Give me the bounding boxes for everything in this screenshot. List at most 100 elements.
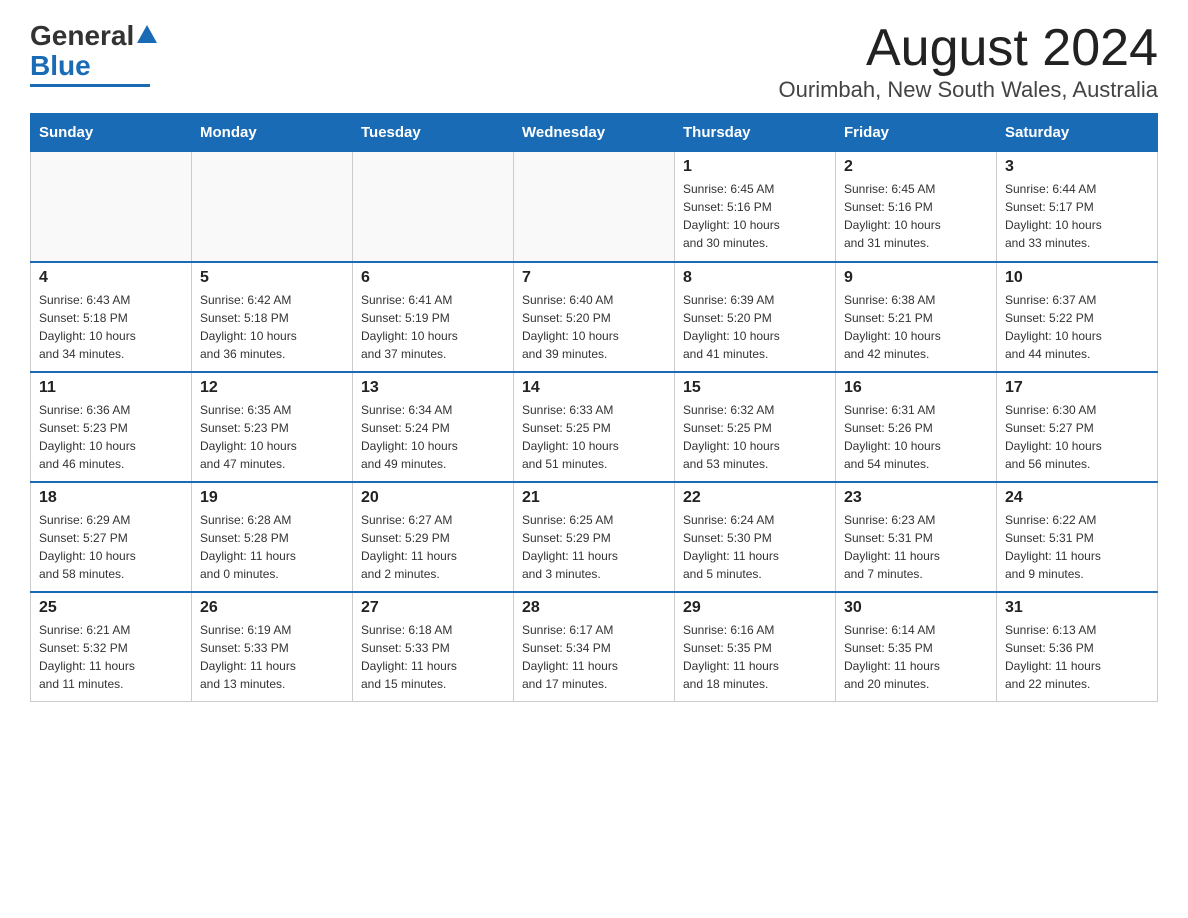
day-info: Sunrise: 6:22 AMSunset: 5:31 PMDaylight:… bbox=[1005, 511, 1149, 583]
calendar-cell: 28 Sunrise: 6:17 AMSunset: 5:34 PMDayligh… bbox=[514, 592, 675, 702]
day-number: 27 bbox=[361, 599, 505, 617]
calendar-cell: 12 Sunrise: 6:35 AMSunset: 5:23 PMDayligh… bbox=[192, 372, 353, 482]
header-tuesday: Tuesday bbox=[353, 114, 514, 152]
calendar-cell bbox=[192, 152, 353, 262]
day-number: 25 bbox=[39, 599, 183, 617]
calendar-week-row: 11 Sunrise: 6:36 AMSunset: 5:23 PMDayligh… bbox=[31, 372, 1158, 482]
day-info: Sunrise: 6:45 AMSunset: 5:16 PMDaylight:… bbox=[844, 180, 988, 252]
day-info: Sunrise: 6:36 AMSunset: 5:23 PMDaylight:… bbox=[39, 401, 183, 473]
calendar-cell: 25 Sunrise: 6:21 AMSunset: 5:32 PMDayligh… bbox=[31, 592, 192, 702]
calendar-cell: 1 Sunrise: 6:45 AMSunset: 5:16 PMDaylight… bbox=[675, 152, 836, 262]
day-info: Sunrise: 6:35 AMSunset: 5:23 PMDaylight:… bbox=[200, 401, 344, 473]
logo-text: General bbox=[30, 20, 157, 52]
day-number: 12 bbox=[200, 379, 344, 397]
day-number: 23 bbox=[844, 489, 988, 507]
day-number: 11 bbox=[39, 379, 183, 397]
day-number: 30 bbox=[844, 599, 988, 617]
day-number: 9 bbox=[844, 269, 988, 287]
day-info: Sunrise: 6:21 AMSunset: 5:32 PMDaylight:… bbox=[39, 621, 183, 693]
day-number: 22 bbox=[683, 489, 827, 507]
day-info: Sunrise: 6:28 AMSunset: 5:28 PMDaylight:… bbox=[200, 511, 344, 583]
calendar-cell: 21 Sunrise: 6:25 AMSunset: 5:29 PMDayligh… bbox=[514, 482, 675, 592]
day-info: Sunrise: 6:25 AMSunset: 5:29 PMDaylight:… bbox=[522, 511, 666, 583]
day-number: 5 bbox=[200, 269, 344, 287]
calendar-cell: 9 Sunrise: 6:38 AMSunset: 5:21 PMDaylight… bbox=[836, 262, 997, 372]
header-sunday: Sunday bbox=[31, 114, 192, 152]
calendar-cell: 23 Sunrise: 6:23 AMSunset: 5:31 PMDayligh… bbox=[836, 482, 997, 592]
day-number: 4 bbox=[39, 269, 183, 287]
day-info: Sunrise: 6:14 AMSunset: 5:35 PMDaylight:… bbox=[844, 621, 988, 693]
header-friday: Friday bbox=[836, 114, 997, 152]
day-number: 7 bbox=[522, 269, 666, 287]
calendar-cell: 31 Sunrise: 6:13 AMSunset: 5:36 PMDayligh… bbox=[997, 592, 1158, 702]
day-info: Sunrise: 6:45 AMSunset: 5:16 PMDaylight:… bbox=[683, 180, 827, 252]
calendar-cell: 7 Sunrise: 6:40 AMSunset: 5:20 PMDaylight… bbox=[514, 262, 675, 372]
day-info: Sunrise: 6:17 AMSunset: 5:34 PMDaylight:… bbox=[522, 621, 666, 693]
day-number: 31 bbox=[1005, 599, 1149, 617]
day-number: 10 bbox=[1005, 269, 1149, 287]
calendar-cell: 16Sunrise: 6:31 AMSunset: 5:26 PMDayligh… bbox=[836, 372, 997, 482]
day-number: 24 bbox=[1005, 489, 1149, 507]
day-info: Sunrise: 6:40 AMSunset: 5:20 PMDaylight:… bbox=[522, 291, 666, 363]
logo-general: General bbox=[30, 20, 134, 52]
calendar-cell bbox=[514, 152, 675, 262]
day-info: Sunrise: 6:23 AMSunset: 5:31 PMDaylight:… bbox=[844, 511, 988, 583]
day-info: Sunrise: 6:39 AMSunset: 5:20 PMDaylight:… bbox=[683, 291, 827, 363]
day-info: Sunrise: 6:32 AMSunset: 5:25 PMDaylight:… bbox=[683, 401, 827, 473]
calendar-week-row: 1 Sunrise: 6:45 AMSunset: 5:16 PMDaylight… bbox=[31, 152, 1158, 262]
day-number: 6 bbox=[361, 269, 505, 287]
day-number: 20 bbox=[361, 489, 505, 507]
calendar-cell: 22Sunrise: 6:24 AMSunset: 5:30 PMDayligh… bbox=[675, 482, 836, 592]
calendar-cell: 30 Sunrise: 6:14 AMSunset: 5:35 PMDayligh… bbox=[836, 592, 997, 702]
day-number: 28 bbox=[522, 599, 666, 617]
day-number: 18 bbox=[39, 489, 183, 507]
calendar-cell: 4Sunrise: 6:43 AMSunset: 5:18 PMDaylight… bbox=[31, 262, 192, 372]
day-info: Sunrise: 6:38 AMSunset: 5:21 PMDaylight:… bbox=[844, 291, 988, 363]
day-number: 14 bbox=[522, 379, 666, 397]
calendar-cell: 10 Sunrise: 6:37 AMSunset: 5:22 PMDayligh… bbox=[997, 262, 1158, 372]
calendar-cell: 26Sunrise: 6:19 AMSunset: 5:33 PMDayligh… bbox=[192, 592, 353, 702]
day-number: 21 bbox=[522, 489, 666, 507]
day-info: Sunrise: 6:31 AMSunset: 5:26 PMDaylight:… bbox=[844, 401, 988, 473]
day-number: 13 bbox=[361, 379, 505, 397]
calendar-cell: 24 Sunrise: 6:22 AMSunset: 5:31 PMDayligh… bbox=[997, 482, 1158, 592]
day-number: 29 bbox=[683, 599, 827, 617]
day-info: Sunrise: 6:29 AMSunset: 5:27 PMDaylight:… bbox=[39, 511, 183, 583]
location-subtitle: Ourimbah, New South Wales, Australia bbox=[779, 77, 1158, 103]
day-number: 17 bbox=[1005, 379, 1149, 397]
day-number: 1 bbox=[683, 158, 827, 176]
logo: General Blue bbox=[30, 20, 157, 87]
day-number: 8 bbox=[683, 269, 827, 287]
calendar-cell: 18 Sunrise: 6:29 AMSunset: 5:27 PMDayligh… bbox=[31, 482, 192, 592]
day-number: 19 bbox=[200, 489, 344, 507]
day-info: Sunrise: 6:41 AMSunset: 5:19 PMDaylight:… bbox=[361, 291, 505, 363]
logo-underline bbox=[30, 84, 150, 87]
day-info: Sunrise: 6:30 AMSunset: 5:27 PMDaylight:… bbox=[1005, 401, 1149, 473]
calendar-cell: 2 Sunrise: 6:45 AMSunset: 5:16 PMDaylight… bbox=[836, 152, 997, 262]
day-number: 2 bbox=[844, 158, 988, 176]
calendar-cell: 8 Sunrise: 6:39 AMSunset: 5:20 PMDaylight… bbox=[675, 262, 836, 372]
calendar-cell: 29Sunrise: 6:16 AMSunset: 5:35 PMDayligh… bbox=[675, 592, 836, 702]
calendar-cell: 5 Sunrise: 6:42 AMSunset: 5:18 PMDaylight… bbox=[192, 262, 353, 372]
header-saturday: Saturday bbox=[997, 114, 1158, 152]
calendar-cell: 6 Sunrise: 6:41 AMSunset: 5:19 PMDaylight… bbox=[353, 262, 514, 372]
calendar-table: SundayMondayTuesdayWednesdayThursdayFrid… bbox=[30, 113, 1158, 702]
calendar-week-row: 25 Sunrise: 6:21 AMSunset: 5:32 PMDayligh… bbox=[31, 592, 1158, 702]
calendar-week-row: 18 Sunrise: 6:29 AMSunset: 5:27 PMDayligh… bbox=[31, 482, 1158, 592]
calendar-cell: 20 Sunrise: 6:27 AMSunset: 5:29 PMDayligh… bbox=[353, 482, 514, 592]
calendar-cell bbox=[31, 152, 192, 262]
day-info: Sunrise: 6:27 AMSunset: 5:29 PMDaylight:… bbox=[361, 511, 505, 583]
calendar-cell: 17 Sunrise: 6:30 AMSunset: 5:27 PMDayligh… bbox=[997, 372, 1158, 482]
day-number: 3 bbox=[1005, 158, 1149, 176]
page-header: General Blue August 2024 Ourimbah, New S… bbox=[30, 20, 1158, 103]
day-info: Sunrise: 6:34 AMSunset: 5:24 PMDaylight:… bbox=[361, 401, 505, 473]
day-info: Sunrise: 6:33 AMSunset: 5:25 PMDaylight:… bbox=[522, 401, 666, 473]
header-thursday: Thursday bbox=[675, 114, 836, 152]
day-info: Sunrise: 6:42 AMSunset: 5:18 PMDaylight:… bbox=[200, 291, 344, 363]
calendar-cell: 14 Sunrise: 6:33 AMSunset: 5:25 PMDayligh… bbox=[514, 372, 675, 482]
day-info: Sunrise: 6:19 AMSunset: 5:33 PMDaylight:… bbox=[200, 621, 344, 693]
calendar-cell: 15Sunrise: 6:32 AMSunset: 5:25 PMDayligh… bbox=[675, 372, 836, 482]
day-info: Sunrise: 6:37 AMSunset: 5:22 PMDaylight:… bbox=[1005, 291, 1149, 363]
calendar-cell: 13 Sunrise: 6:34 AMSunset: 5:24 PMDayligh… bbox=[353, 372, 514, 482]
day-info: Sunrise: 6:13 AMSunset: 5:36 PMDaylight:… bbox=[1005, 621, 1149, 693]
